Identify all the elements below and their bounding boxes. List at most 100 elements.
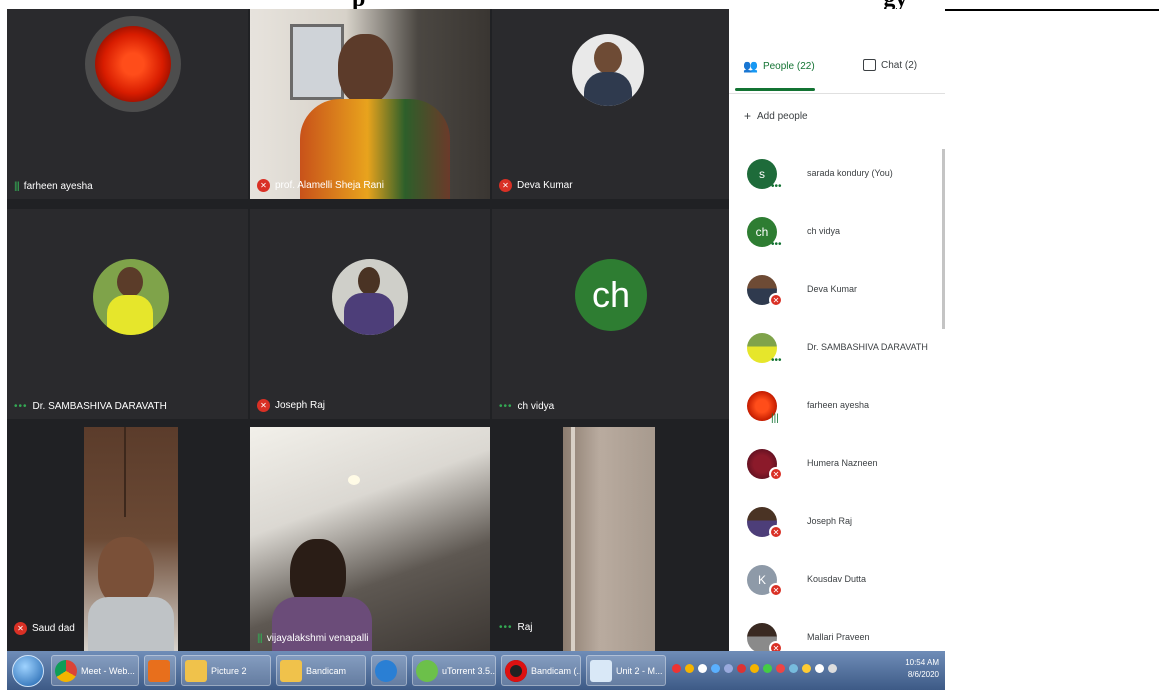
list-item[interactable]: ch ••• ch vidya xyxy=(729,205,945,263)
participant-avatar: ch xyxy=(575,259,647,331)
taskbar-item[interactable] xyxy=(144,655,176,686)
taskbar-item[interactable]: Meet - Web... xyxy=(51,655,139,686)
participant-name: ch vidya xyxy=(517,401,555,412)
mic-active-icon: ||| xyxy=(257,633,263,644)
ceiling-light xyxy=(348,475,360,485)
internet-explorer-icon xyxy=(375,659,397,682)
participant-name: Saud dad xyxy=(32,623,75,634)
taskbar-item[interactable]: uTorrent 3.5... xyxy=(412,655,496,686)
list-item[interactable]: ✕ Deva Kumar xyxy=(729,263,945,321)
document-icon xyxy=(590,659,612,682)
start-button[interactable] xyxy=(12,655,44,687)
taskbar-item-label: Bandicam (... xyxy=(531,665,581,676)
mic-active-icon: ||| xyxy=(14,181,20,192)
participant-name-tag: ••• Dr. SAMBASHIVA DARAVATH xyxy=(14,401,167,412)
participant-tile[interactable]: ✕ Deva Kumar xyxy=(492,9,729,199)
mic-muted-icon: ✕ xyxy=(769,525,783,539)
add-people-label: Add people xyxy=(757,110,808,122)
participant-tile[interactable]: ✕ Joseph Raj xyxy=(250,209,490,419)
tray-icon[interactable] xyxy=(776,664,785,673)
mic-muted-icon: ✕ xyxy=(14,622,27,635)
participant-tile[interactable]: ••• Dr. SAMBASHIVA DARAVATH xyxy=(7,209,248,419)
list-item[interactable]: ••• Dr. SAMBASHIVA DARAVATH xyxy=(729,321,945,379)
list-item[interactable]: s ••• sarada kondury (You) xyxy=(729,147,945,205)
list-item[interactable]: ✕ Humera Nazneen xyxy=(729,437,945,495)
tab-chat-label: Chat (2) xyxy=(881,59,918,71)
chat-icon xyxy=(863,59,876,71)
tray-icon[interactable] xyxy=(802,664,811,673)
taskbar-clock[interactable]: 10:54 AM 8/6/2020 xyxy=(905,657,939,681)
list-item[interactable]: ||| farheen ayesha xyxy=(729,379,945,437)
tray-icon[interactable] xyxy=(737,664,746,673)
add-person-icon: + xyxy=(744,109,752,123)
taskbar-item-label: Meet - Web... xyxy=(81,665,135,676)
mic-muted-icon: ✕ xyxy=(257,399,270,412)
tab-people-label: People (22) xyxy=(762,60,815,72)
panel-tabs: 👥 People (22) Chat (2) xyxy=(729,9,945,94)
participant-name: Joseph Raj xyxy=(275,400,326,411)
clock-time: 10:54 AM xyxy=(905,658,939,667)
tray-icon[interactable] xyxy=(685,664,694,673)
participant-tile[interactable]: ch ••• ch vidya xyxy=(492,209,729,419)
system-tray xyxy=(672,664,837,673)
participant-name-tag: ••• ch vidya xyxy=(499,401,554,412)
participant-name-tag: ✕ Saud dad xyxy=(14,622,75,635)
participant-tile[interactable]: ✕ prof. Alamelli Sheja Rani xyxy=(250,9,490,199)
taskbar-item[interactable]: Unit 2 - M... xyxy=(586,655,666,686)
video-grid: ||| farheen ayesha ✕ prof. Alamelli Sheja … xyxy=(7,9,729,651)
participant-tile[interactable]: ||| farheen ayesha xyxy=(7,9,248,199)
tab-people[interactable]: 👥 People (22) xyxy=(743,59,815,73)
taskbar-item[interactable]: Picture 2 xyxy=(181,655,271,686)
participant-tile[interactable] xyxy=(84,427,178,651)
tab-chat[interactable]: Chat (2) xyxy=(863,59,917,71)
utorrent-icon xyxy=(416,659,438,682)
participant-avatar xyxy=(332,259,408,335)
more-options-icon: ••• xyxy=(771,239,782,250)
tray-icon[interactable] xyxy=(672,664,681,673)
door-edge xyxy=(571,427,575,651)
list-item[interactable]: ✕ Mallari Praveen xyxy=(729,611,945,651)
participant-name: Deva Kumar xyxy=(517,180,573,191)
tray-icon[interactable] xyxy=(724,664,733,673)
tray-icon[interactable] xyxy=(750,664,759,673)
person-head xyxy=(338,34,393,104)
participant-name: Dr. SAMBASHIVA DARAVATH xyxy=(807,342,928,352)
tray-icon[interactable] xyxy=(698,664,707,673)
participant-tile[interactable] xyxy=(563,427,655,651)
taskbar-item[interactable]: Bandicam xyxy=(276,655,366,686)
participant-avatar xyxy=(93,259,169,335)
wall-frame xyxy=(290,24,344,100)
mic-muted-icon: ✕ xyxy=(769,583,783,597)
taskbar-item[interactable]: Bandicam (... xyxy=(501,655,581,686)
volume-icon[interactable] xyxy=(828,664,837,673)
tray-icon[interactable] xyxy=(789,664,798,673)
clock-date: 8/6/2020 xyxy=(907,670,939,679)
participant-name-tag: ||| farheen ayesha xyxy=(14,181,93,192)
list-item[interactable]: K ✕ Kousdav Dutta xyxy=(729,553,945,611)
participant-name: Joseph Raj xyxy=(807,516,853,526)
participant-name: ch vidya xyxy=(807,226,841,236)
participant-name-tag: ||| vijayalakshmi venapalli xyxy=(257,633,369,644)
participant-name-tag: ✕ Joseph Raj xyxy=(257,399,325,412)
title-underline xyxy=(945,9,1159,11)
participant-avatar xyxy=(85,16,181,112)
participant-name-tag: ✕ Deva Kumar xyxy=(499,179,573,192)
tray-icon[interactable] xyxy=(815,664,824,673)
tray-icon[interactable] xyxy=(763,664,772,673)
participant-name: Raj xyxy=(517,622,533,633)
list-item[interactable]: ✕ Joseph Raj xyxy=(729,495,945,553)
participant-name: vijayalakshmi venapalli xyxy=(266,633,369,644)
taskbar-item[interactable] xyxy=(371,655,407,686)
participant-name: farheen ayesha xyxy=(23,181,93,192)
tray-icon[interactable] xyxy=(711,664,720,673)
participant-name: sarada kondury (You) xyxy=(807,168,893,178)
panel-scrollbar[interactable] xyxy=(942,149,945,329)
folder-icon xyxy=(185,659,207,682)
add-people-button[interactable]: + Add people xyxy=(744,109,808,123)
folder-icon xyxy=(280,659,302,682)
taskbar-item-label: Unit 2 - M... xyxy=(616,665,663,676)
participant-tile[interactable]: ||| vijayalakshmi venapalli xyxy=(250,427,490,651)
more-options-icon: ••• xyxy=(14,401,28,412)
avatar-initials: ch xyxy=(591,274,631,315)
media-player-icon xyxy=(148,659,170,682)
